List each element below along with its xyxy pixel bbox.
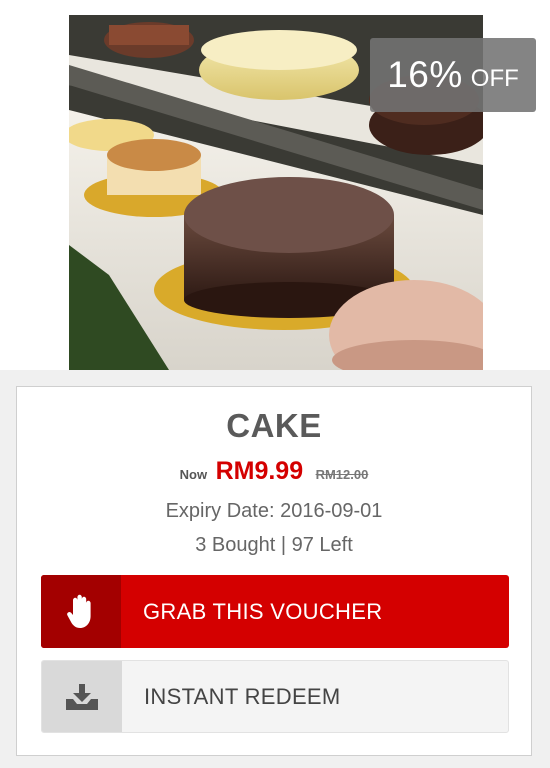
deal-card: CAKE Now RM9.99 RM12.00 Expiry Date: 2016… [16,386,532,756]
voucher-stats: 3 Bought | 97 Left [195,534,353,556]
discount-badge: 16% OFF [370,38,536,112]
price-prefix: Now [179,467,208,482]
grab-voucher-label: GRAB THIS VOUCHER [143,598,383,624]
expiry-label: Expiry Date: [165,500,275,522]
grab-icon-box [41,575,121,648]
grab-voucher-button[interactable]: GRAB THIS VOUCHER [41,575,509,648]
expiry-line: Expiry Date: 2016-09-01 [17,500,531,523]
original-price: RM12.00 [315,467,369,482]
discount-suffix: OFF [470,65,519,92]
discount-percent: 16% [387,54,463,95]
download-tray-icon [66,683,98,710]
redeem-icon-box [42,661,122,732]
instant-redeem-button[interactable]: INSTANT REDEEM [41,660,509,733]
expiry-date: 2016-09-01 [280,500,383,522]
deal-title: CAKE [226,407,322,444]
price-row: Now RM9.99 RM12.00 [17,457,531,486]
hand-icon [67,594,91,628]
instant-redeem-label: INSTANT REDEEM [144,683,341,709]
deal-hero: 16% OFF [0,0,550,370]
current-price: RM9.99 [215,457,304,485]
